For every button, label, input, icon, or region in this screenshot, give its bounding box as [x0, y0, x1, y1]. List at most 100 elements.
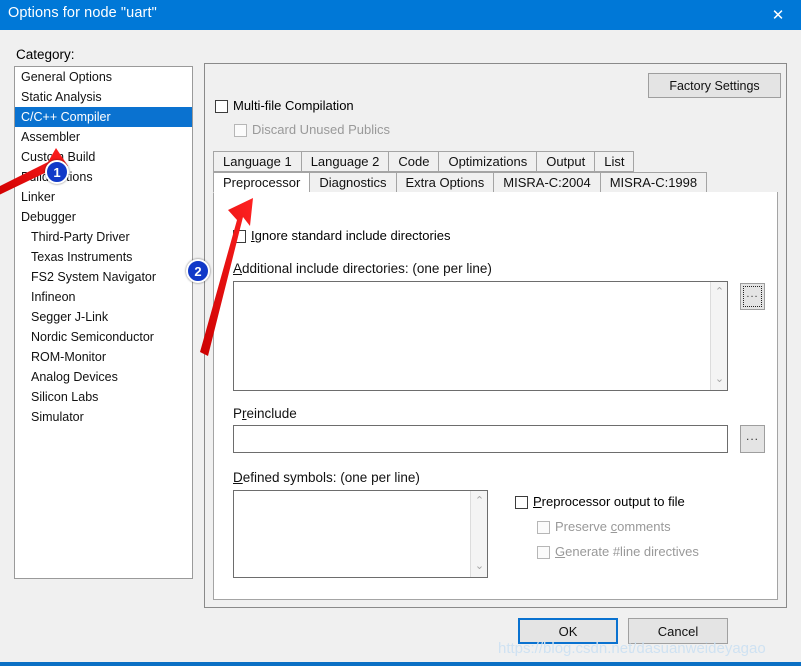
tab-misra-c-1998[interactable]: MISRA-C:1998	[599, 172, 708, 193]
scrollbar-vertical[interactable]: ⌃ ⌄	[470, 491, 487, 577]
ignore-label-rest: gnore standard include directories	[254, 228, 451, 243]
category-item[interactable]: Assembler	[15, 127, 192, 147]
category-item-label: Assembler	[21, 130, 81, 144]
window-title: Options for node "uart"	[8, 5, 157, 21]
category-item-label: ROM-Monitor	[31, 350, 107, 364]
watermark-text: https://blog.csdn.net/dasuanweideyagao	[498, 640, 766, 657]
checkbox-box	[233, 230, 246, 243]
category-item-label: Linker	[21, 190, 56, 204]
tab-language-2[interactable]: Language 2	[300, 151, 389, 172]
defined-label-rest: efined symbols: (one per line)	[242, 470, 420, 485]
category-item[interactable]: Simulator	[15, 407, 192, 427]
tab-preprocessor[interactable]: Preprocessor	[213, 172, 310, 193]
category-item-label: Simulator	[31, 410, 84, 424]
category-item-label: Analog Devices	[31, 370, 118, 384]
category-item-label: Texas Instruments	[31, 250, 133, 264]
browse-dots-label: ...	[743, 286, 762, 307]
tab-optimizations[interactable]: Optimizations	[438, 151, 537, 172]
close-icon[interactable]: ✕	[755, 0, 801, 30]
checkbox-box	[515, 496, 528, 509]
preserve-comments-label: Preserve comments	[555, 519, 671, 534]
factory-settings-button[interactable]: Factory Settings	[648, 73, 781, 98]
tab-list[interactable]: List	[594, 151, 635, 172]
category-item[interactable]: Third-Party Driver	[15, 227, 192, 247]
discard-unused-publics-checkbox: Discard Unused Publics	[234, 122, 390, 138]
additional-include-directories-label: Additional include directories: (one per…	[233, 261, 492, 276]
category-item[interactable]: Texas Instruments	[15, 247, 192, 267]
multi-file-compilation-label: Multi-file Compilation	[233, 98, 354, 113]
category-item-label: Third-Party Driver	[31, 230, 130, 244]
preinclude-label-rest: einclude	[246, 406, 297, 421]
category-item-label: Segger J-Link	[31, 310, 109, 324]
checkbox-box	[537, 521, 550, 534]
tab-extra-options[interactable]: Extra Options	[395, 172, 494, 193]
category-item-label: Debugger	[21, 210, 76, 224]
tab-label: Optimizations	[448, 154, 528, 169]
browse-additional-include-button[interactable]: ...	[740, 283, 765, 310]
preinclude-input[interactable]	[233, 425, 728, 453]
category-item-label: FS2 System Navigator	[31, 270, 157, 284]
tab-misra-c-2004[interactable]: MISRA-C:2004	[493, 172, 600, 193]
preprocessor-output-to-file-checkbox[interactable]: Preprocessor output to file	[515, 494, 685, 510]
scrollbar-vertical[interactable]: ⌃ ⌄	[710, 282, 727, 390]
category-item[interactable]: Build Actions	[15, 167, 192, 187]
chevron-up-icon[interactable]: ⌃	[471, 493, 488, 510]
category-item-label: Infineon	[31, 290, 76, 304]
tab-label: MISRA-C:2004	[503, 175, 591, 190]
category-item[interactable]: Segger J-Link	[15, 307, 192, 327]
ignore-standard-include-directories-label: Ignore standard include directories	[251, 228, 451, 243]
category-item[interactable]: Static Analysis	[15, 87, 192, 107]
additional-include-directories-input[interactable]: ⌃ ⌄	[233, 281, 728, 391]
preserve-label-rest: omments	[617, 519, 671, 534]
tab-row-1: Language 1 Language 2 Code Optimizations Out…	[213, 151, 635, 172]
tab-label: Code	[398, 154, 430, 169]
tab-language-1[interactable]: Language 1	[213, 151, 301, 172]
category-item[interactable]: Analog Devices	[15, 367, 192, 387]
tab-label: Output	[546, 154, 586, 169]
tab-output[interactable]: Output	[536, 151, 595, 172]
multi-file-compilation-checkbox[interactable]: Multi-file Compilation	[215, 98, 354, 114]
browse-preinclude-button[interactable]: ...	[740, 425, 765, 453]
generate-line-directives-checkbox: Generate #line directives	[537, 544, 699, 560]
preserve-label-a: Preserve	[555, 519, 611, 534]
ignore-standard-include-directories-checkbox[interactable]: Ignore standard include directories	[233, 228, 450, 244]
tab-code[interactable]: Code	[388, 151, 439, 172]
checkbox-box	[537, 546, 550, 559]
tab-label: Language 2	[310, 154, 380, 169]
category-item[interactable]: Linker	[15, 187, 192, 207]
ppout-label-rest: reprocessor output to file	[541, 494, 685, 509]
category-item[interactable]: General Options	[15, 67, 192, 87]
category-item-label: C/C++ Compiler	[21, 110, 111, 124]
category-item[interactable]: ROM-Monitor	[15, 347, 192, 367]
category-item[interactable]: Silicon Labs	[15, 387, 192, 407]
category-item[interactable]: Debugger	[15, 207, 192, 227]
category-item[interactable]: FS2 System Navigator	[15, 267, 192, 287]
chevron-up-icon[interactable]: ⌃	[711, 284, 728, 301]
category-item[interactable]: Infineon	[15, 287, 192, 307]
category-item[interactable]: C/C++ Compiler	[15, 107, 192, 127]
defined-symbols-label: Defined symbols: (one per line)	[233, 470, 420, 485]
genline-label-rest: enerate #line directives	[565, 544, 699, 559]
category-item-label: General Options	[21, 70, 113, 84]
category-item[interactable]: Nordic Semiconductor	[15, 327, 192, 347]
tab-diagnostics[interactable]: Diagnostics	[309, 172, 396, 193]
category-list[interactable]: General Options Static Analysis C/C++ Comp…	[14, 66, 193, 579]
category-item-label: Nordic Semiconductor	[31, 330, 154, 344]
category-item[interactable]: Custom Build	[15, 147, 192, 167]
preinclude-label: Preinclude	[233, 406, 297, 421]
preprocessor-output-to-file-label: Preprocessor output to file	[533, 494, 685, 509]
discard-unused-publics-label: Discard Unused Publics	[252, 122, 391, 137]
tab-label: Extra Options	[405, 175, 485, 190]
chevron-down-icon[interactable]: ⌄	[711, 371, 728, 388]
tab-label: Diagnostics	[319, 175, 387, 190]
tab-row-2: Preprocessor Diagnostics Extra Options MISR…	[213, 172, 708, 193]
tab-label: Language 1	[223, 154, 292, 169]
chevron-down-icon[interactable]: ⌄	[471, 558, 488, 575]
generate-line-directives-label: Generate #line directives	[555, 544, 699, 559]
defined-symbols-input[interactable]: ⌃ ⌄	[233, 490, 488, 578]
tab-label: Preprocessor	[223, 175, 301, 190]
title-bar: Options for node "uart" ✕	[0, 0, 801, 30]
tab-label: List	[604, 154, 625, 169]
annotation-badge-2: 2	[186, 259, 210, 283]
preserve-comments-checkbox: Preserve comments	[537, 519, 671, 535]
